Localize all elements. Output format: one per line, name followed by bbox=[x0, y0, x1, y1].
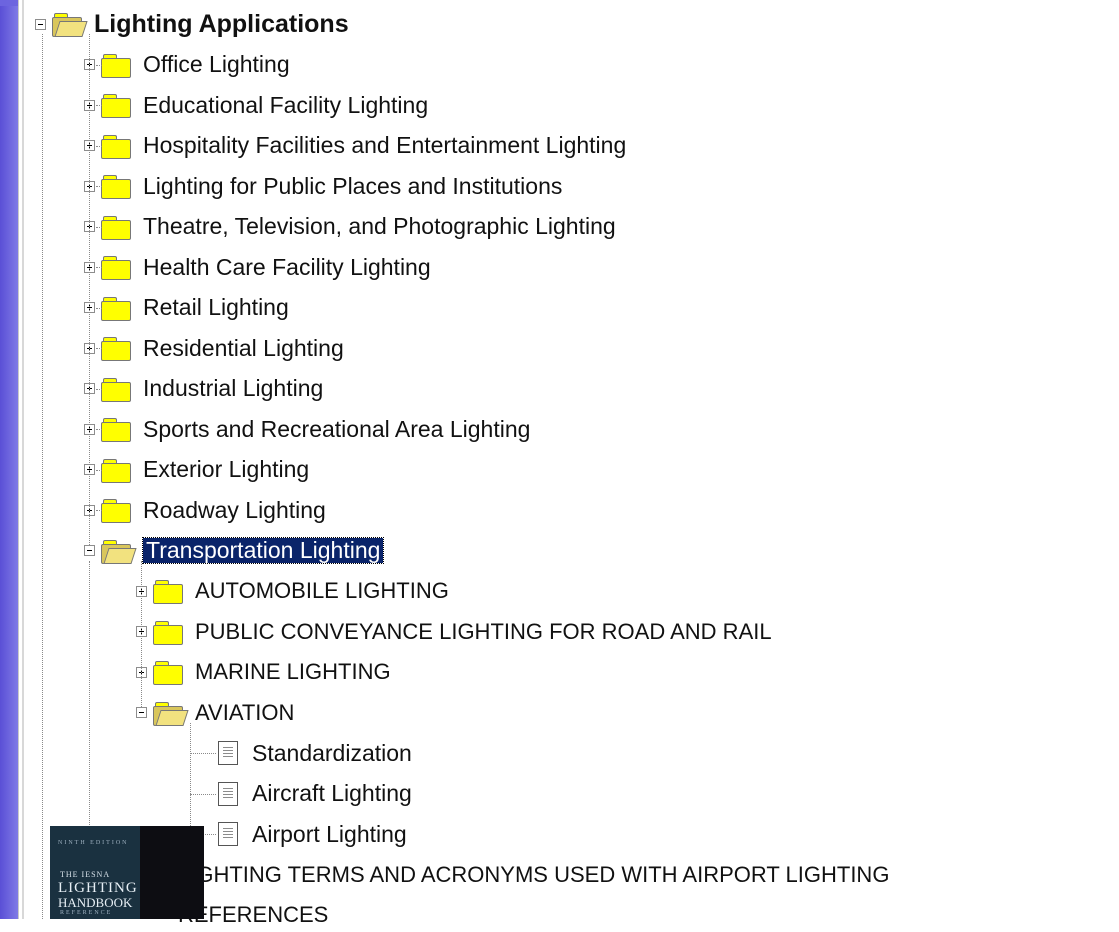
folder-icon bbox=[101, 336, 131, 361]
tree-item-standardization[interactable]: Standardization bbox=[218, 736, 412, 770]
tree-item-airport-lighting[interactable]: Airport Lighting bbox=[218, 817, 407, 851]
folder-open-icon bbox=[101, 539, 137, 564]
tree-connector bbox=[96, 145, 102, 147]
tree-item-roadway-lighting[interactable]: Roadway Lighting bbox=[84, 493, 326, 527]
folder-open-icon bbox=[52, 12, 88, 37]
tree-item-label: Industrial Lighting bbox=[143, 375, 324, 401]
tree-item-retail-lighting[interactable]: Retail Lighting bbox=[84, 291, 289, 325]
tree-connector bbox=[96, 429, 102, 430]
folder-icon bbox=[101, 296, 131, 321]
tree-item-label: AVIATION bbox=[195, 699, 295, 725]
tree-item-label: Exterior Lighting bbox=[143, 456, 310, 482]
folder-icon bbox=[101, 93, 131, 118]
tree-connector-vertical bbox=[42, 34, 43, 919]
folder-icon bbox=[101, 255, 131, 280]
tree-connector bbox=[96, 307, 102, 309]
tree-item-aviation[interactable]: AVIATION bbox=[136, 696, 294, 730]
folder-icon bbox=[101, 498, 131, 523]
tree-connector bbox=[96, 348, 102, 349]
tree-item-exterior-lighting[interactable]: Exterior Lighting bbox=[84, 453, 309, 487]
tree-root-lighting-applications[interactable]: Lighting Applications bbox=[35, 7, 349, 41]
folder-icon bbox=[101, 215, 131, 240]
tree-view: Lighting Applications Office Lighting Educ… bbox=[0, 0, 1119, 926]
tree-item-sports-and-recreational-area-lighting[interactable]: Sports and Recreational Area Lighting bbox=[84, 412, 530, 446]
folder-open-icon bbox=[153, 701, 189, 726]
collapse-icon[interactable] bbox=[136, 707, 147, 718]
document-icon bbox=[218, 822, 238, 846]
folder-icon bbox=[153, 579, 183, 604]
tree-item-label: Aircraft Lighting bbox=[252, 780, 412, 806]
collapse-icon[interactable] bbox=[35, 18, 46, 30]
book-title-line2: HANDBOOK bbox=[58, 895, 133, 910]
tree-item-hospitality-facilities-and-entertainment-lighting[interactable]: Hospitality Facilities and Entertainment… bbox=[84, 129, 626, 163]
folder-icon bbox=[101, 53, 131, 78]
tree-connector bbox=[96, 105, 102, 106]
tree-item-label: Roadway Lighting bbox=[143, 496, 326, 523]
collapse-icon[interactable] bbox=[84, 545, 95, 556]
tree-item-theatre-television-and-photographic-lighting[interactable]: Theatre, Television, and Photographic Li… bbox=[84, 210, 616, 244]
book-publisher: THE IESNA bbox=[60, 870, 111, 879]
tree-connector bbox=[96, 226, 102, 228]
tree-connector bbox=[96, 267, 102, 268]
tree-item-label: Health Care Facility Lighting bbox=[143, 253, 431, 280]
folder-icon bbox=[153, 660, 183, 685]
tree-item-label: Retail Lighting bbox=[143, 294, 289, 320]
tree-item-label: Educational Facility Lighting bbox=[143, 91, 429, 118]
book-edition: NINTH EDITION bbox=[58, 840, 129, 846]
folder-icon bbox=[101, 417, 131, 442]
tree-item-label: LIGHTING TERMS AND ACRONYMS USED WITH AI… bbox=[178, 861, 890, 887]
tree-item-aircraft-lighting[interactable]: Aircraft Lighting bbox=[218, 777, 412, 811]
tree-item-industrial-lighting[interactable]: Industrial Lighting bbox=[84, 372, 323, 406]
tree-connector bbox=[96, 388, 102, 390]
folder-icon bbox=[101, 174, 131, 199]
root-label: Lighting Applications bbox=[94, 9, 349, 38]
folder-icon bbox=[153, 620, 183, 645]
tree-connector bbox=[96, 469, 102, 471]
tree-item-label: Lighting for Public Places and Instituti… bbox=[143, 172, 563, 199]
tree-item-label: Residential Lighting bbox=[143, 334, 344, 361]
tree-item-label: AUTOMOBILE LIGHTING bbox=[195, 578, 449, 603]
tree-item-label: PUBLIC CONVEYANCE LIGHTING FOR ROAD AND … bbox=[195, 618, 772, 644]
book-cover-image: NINTH EDITION THE IESNA LIGHTING HANDBOO… bbox=[50, 826, 204, 919]
tree-item-label: Theatre, Television, and Photographic Li… bbox=[143, 213, 616, 239]
tree-item-marine-lighting[interactable]: MARINE LIGHTING bbox=[136, 655, 391, 689]
tree-item-label: MARINE LIGHTING bbox=[195, 659, 391, 684]
folder-icon bbox=[101, 458, 131, 483]
tree-item-lighting-terms-and-acronyms-used-with-airport-lighting[interactable]: LIGHTING TERMS AND ACRONYMS USED WITH AI… bbox=[136, 858, 889, 892]
tree-item-label: Office Lighting bbox=[143, 51, 290, 77]
tree-connector-vertical bbox=[141, 560, 142, 707]
folder-icon bbox=[101, 377, 131, 402]
tree-item-lighting-for-public-places-and-institutions[interactable]: Lighting for Public Places and Instituti… bbox=[84, 169, 562, 203]
tree-item-public-conveyance-lighting-for-road-and-rail[interactable]: PUBLIC CONVEYANCE LIGHTING FOR ROAD AND … bbox=[136, 615, 772, 649]
folder-icon bbox=[101, 134, 131, 159]
tree-item-label: Airport Lighting bbox=[252, 820, 407, 847]
tree-item-label: Hospitality Facilities and Entertainment… bbox=[143, 132, 627, 158]
tree-item-label: Standardization bbox=[252, 739, 412, 766]
selected-item-label: Transportation Lighting bbox=[141, 537, 385, 564]
tree-item-office-lighting[interactable]: Office Lighting bbox=[84, 48, 290, 82]
tree-connector bbox=[190, 753, 216, 754]
document-icon bbox=[218, 741, 238, 765]
tree-item-label: Sports and Recreational Area Lighting bbox=[143, 415, 531, 442]
tree-connector bbox=[96, 186, 102, 187]
tree-connector-vertical bbox=[190, 722, 191, 834]
tree-item-health-care-facility-lighting[interactable]: Health Care Facility Lighting bbox=[84, 250, 431, 284]
tree-item-automobile-lighting[interactable]: AUTOMOBILE LIGHTING bbox=[136, 574, 449, 608]
tree-connector bbox=[190, 793, 216, 795]
tree-connector-vertical bbox=[89, 34, 90, 545]
tree-item-educational-facility-lighting[interactable]: Educational Facility Lighting bbox=[84, 88, 428, 122]
tree-item-transportation-lighting[interactable]: Transportation Lighting bbox=[84, 534, 385, 568]
document-icon bbox=[218, 781, 238, 806]
tree-connector bbox=[96, 510, 102, 511]
tree-item-residential-lighting[interactable]: Residential Lighting bbox=[84, 331, 344, 365]
book-subtitle: REFERENCE bbox=[60, 910, 113, 916]
tree-connector bbox=[96, 64, 102, 66]
